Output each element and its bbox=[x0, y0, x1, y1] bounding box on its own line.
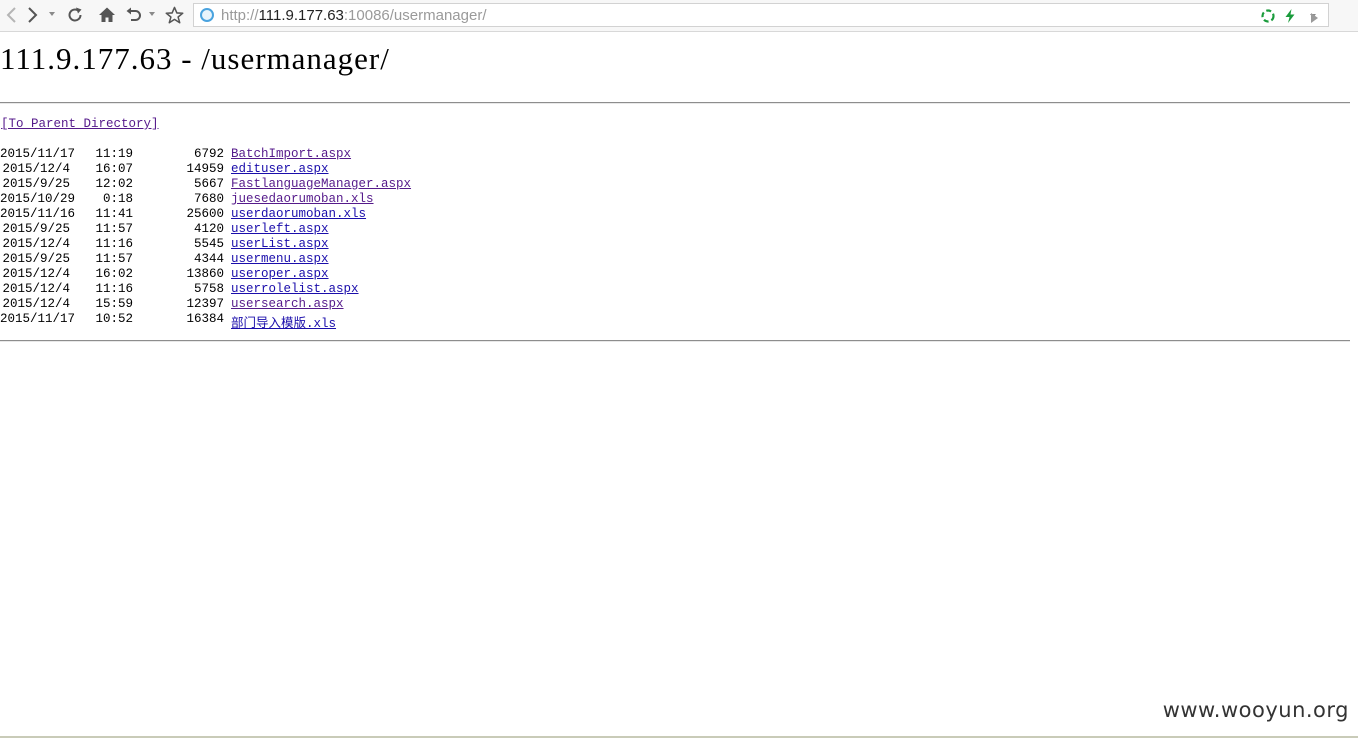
file-time: 16:07 bbox=[95, 162, 133, 176]
divider-top bbox=[0, 102, 1350, 104]
file-link[interactable]: userList.aspx bbox=[231, 237, 329, 251]
file-size: 6792 bbox=[193, 147, 224, 161]
file-date: 2015/10/29 bbox=[0, 192, 76, 206]
globe-icon bbox=[200, 8, 214, 22]
undo-icon[interactable] bbox=[123, 4, 145, 26]
file-link[interactable]: userdaorumoban.xls bbox=[231, 207, 366, 221]
file-link[interactable]: userleft.aspx bbox=[231, 222, 329, 236]
refresh-icon[interactable] bbox=[64, 4, 86, 26]
address-bar[interactable]: http://111.9.177.63:10086/usermanager/ bbox=[193, 3, 1329, 27]
file-size: 16384 bbox=[186, 312, 224, 326]
file-date: 2015/9/25 bbox=[2, 222, 70, 236]
recycle-icon[interactable] bbox=[1260, 8, 1276, 24]
file-date: 2015/11/16 bbox=[0, 207, 76, 221]
file-date: 2015/9/25 bbox=[2, 252, 70, 266]
forward-history-dropdown[interactable] bbox=[49, 12, 55, 16]
file-time: 11:16 bbox=[95, 237, 133, 251]
go-icon[interactable] bbox=[1311, 13, 1318, 23]
file-size: 5758 bbox=[193, 282, 224, 296]
back-icon[interactable] bbox=[0, 4, 22, 26]
file-date: 2015/12/4 bbox=[2, 237, 70, 251]
file-size: 5545 bbox=[193, 237, 224, 251]
watermark: www.wooyun.org bbox=[1162, 698, 1349, 722]
lightning-icon[interactable] bbox=[1282, 8, 1298, 24]
file-time: 11:16 bbox=[95, 282, 133, 296]
file-date: 2015/12/4 bbox=[2, 162, 70, 176]
file-date: 2015/11/17 bbox=[0, 312, 76, 326]
file-size: 5667 bbox=[193, 177, 224, 191]
url-host: 111.9.177.63 bbox=[258, 7, 344, 24]
file-size: 25600 bbox=[186, 207, 224, 221]
file-size: 13860 bbox=[186, 267, 224, 281]
file-size: 14959 bbox=[186, 162, 224, 176]
file-link[interactable]: usersearch.aspx bbox=[231, 297, 344, 311]
url-text[interactable]: http://111.9.177.63:10086/usermanager/ bbox=[221, 7, 487, 24]
file-link[interactable]: juesedaorumoban.xls bbox=[231, 192, 374, 206]
file-time: 11:57 bbox=[95, 252, 133, 266]
file-size: 4344 bbox=[193, 252, 224, 266]
file-date: 2015/12/4 bbox=[2, 297, 70, 311]
file-time: 0:18 bbox=[102, 192, 133, 206]
divider-bottom bbox=[0, 340, 1350, 342]
directory-listing-page: 111.9.177.63 - /usermanager/ [To Parent … bbox=[0, 32, 1358, 738]
url-protocol: http:// bbox=[221, 7, 259, 24]
page-title: 111.9.177.63 - /usermanager/ bbox=[0, 41, 390, 76]
undo-dropdown[interactable] bbox=[149, 12, 155, 16]
file-time: 10:52 bbox=[95, 312, 133, 326]
file-date: 2015/12/4 bbox=[2, 267, 70, 281]
home-icon[interactable] bbox=[96, 4, 118, 26]
file-link[interactable]: usermenu.aspx bbox=[231, 252, 329, 266]
file-size: 4120 bbox=[193, 222, 224, 236]
file-link[interactable]: 部门导入模版.xls bbox=[231, 312, 336, 331]
file-date: 2015/12/4 bbox=[2, 282, 70, 296]
file-date: 2015/11/17 bbox=[0, 147, 76, 161]
file-time: 11:41 bbox=[95, 207, 133, 221]
parent-directory-link[interactable]: [To Parent Directory] bbox=[1, 117, 159, 131]
file-link[interactable]: BatchImport.aspx bbox=[231, 147, 351, 161]
star-icon[interactable] bbox=[163, 4, 185, 26]
file-size: 7680 bbox=[193, 192, 224, 206]
file-time: 16:02 bbox=[95, 267, 133, 281]
file-link[interactable]: FastlanguageManager.aspx bbox=[231, 177, 411, 191]
file-link[interactable]: useroper.aspx bbox=[231, 267, 329, 281]
url-path: :10086/usermanager/ bbox=[343, 7, 487, 24]
file-time: 15:59 bbox=[95, 297, 133, 311]
file-link[interactable]: edituser.aspx bbox=[231, 162, 329, 176]
file-date: 2015/9/25 bbox=[2, 177, 70, 191]
file-link[interactable]: userrolelist.aspx bbox=[231, 282, 359, 296]
file-time: 12:02 bbox=[95, 177, 133, 191]
file-size: 12397 bbox=[186, 297, 224, 311]
file-time: 11:19 bbox=[95, 147, 133, 161]
file-time: 11:57 bbox=[95, 222, 133, 236]
browser-toolbar: http://111.9.177.63:10086/usermanager/ bbox=[0, 0, 1358, 32]
forward-icon[interactable] bbox=[22, 4, 44, 26]
